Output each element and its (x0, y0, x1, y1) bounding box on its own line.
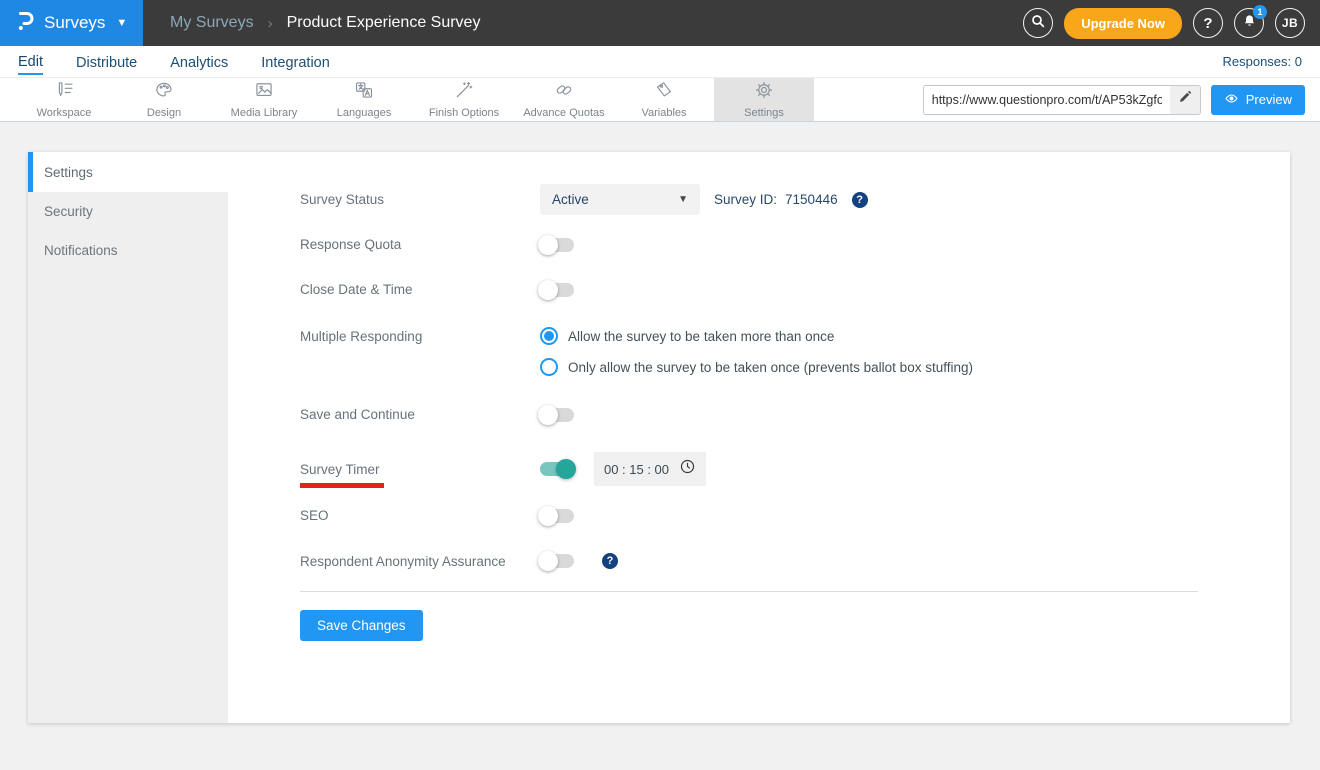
question-mark-icon: ? (1203, 14, 1213, 32)
variables-tag-icon (653, 80, 675, 105)
response-quota-toggle[interactable] (538, 234, 574, 255)
tab-distribute[interactable]: Distribute (76, 50, 137, 74)
breadcrumb-current-survey: Product Experience Survey (286, 14, 481, 31)
product-switcher[interactable]: Surveys ▼ (0, 0, 143, 46)
advance-quotas-link-icon (553, 80, 575, 105)
survey-status-row: Survey Status Active ▼ Survey ID: 715044… (300, 184, 1198, 215)
radio-allow-once[interactable]: Only allow the survey to be taken once (… (540, 358, 973, 376)
breadcrumb: My Surveys › Product Experience Survey (170, 14, 480, 32)
survey-timer-value: 00 : 15 : 00 (603, 461, 670, 477)
toolbar-item-settings[interactable]: Settings (714, 78, 814, 121)
questionpro-p-logo-icon (15, 9, 35, 38)
survey-id-value: 7150446 (785, 192, 838, 207)
responses-count: Responses: 0 (1222, 54, 1303, 69)
radio-button-unselected (540, 358, 558, 376)
seo-label: SEO (300, 508, 329, 523)
radio-button-selected (540, 327, 558, 345)
toolbar-item-advance-quotas[interactable]: Advance Quotas (514, 78, 614, 121)
tab-integration[interactable]: Integration (261, 50, 330, 74)
survey-status-value: Active (552, 192, 589, 207)
close-date-label: Close Date & Time (300, 282, 413, 297)
breadcrumb-separator: › (267, 14, 273, 32)
search-icon (1030, 13, 1046, 34)
workspace-icon (53, 80, 75, 105)
anonymity-row: Respondent Anonymity Assurance ? (300, 551, 1198, 571)
toolbar-right-group: Preview (922, 78, 1320, 121)
breadcrumb-my-surveys[interactable]: My Surveys (170, 14, 254, 32)
preview-button[interactable]: Preview (1210, 84, 1305, 115)
product-name: Surveys (44, 13, 106, 32)
settings-form: Survey Status Active ▼ Survey ID: 715044… (228, 152, 1290, 723)
save-continue-label: Save and Continue (300, 407, 415, 422)
chevron-down-icon: ▼ (116, 17, 128, 29)
survey-status-select[interactable]: Active ▼ (540, 184, 700, 215)
survey-timer-toggle[interactable] (540, 459, 576, 479)
eye-icon (1224, 92, 1239, 108)
toolbar-item-variables[interactable]: Variables (614, 78, 714, 121)
settings-gear-icon (753, 80, 775, 105)
design-palette-icon (153, 80, 175, 105)
edit-toolbar: Workspace Design Media Library Languages… (0, 78, 1320, 122)
edit-url-button[interactable] (1169, 85, 1200, 114)
save-continue-row: Save and Continue (300, 404, 1198, 425)
anonymity-label: Respondent Anonymity Assurance (300, 553, 506, 569)
survey-url-group (922, 84, 1201, 115)
seo-toggle[interactable] (538, 505, 574, 526)
toolbar-item-media-library[interactable]: Media Library (214, 78, 314, 121)
toolbar-item-finish-options[interactable]: Finish Options (414, 78, 514, 121)
finish-options-wand-icon (453, 80, 475, 105)
close-date-row: Close Date & Time (300, 279, 1198, 300)
radio-allow-multiple[interactable]: Allow the survey to be taken more than o… (540, 327, 973, 345)
survey-id-help-icon[interactable]: ? (851, 191, 868, 208)
survey-timer-value-field[interactable]: 00 : 15 : 00 (594, 452, 706, 486)
multiple-responding-label: Multiple Responding (300, 329, 423, 344)
survey-timer-label: Survey Timer (300, 461, 380, 477)
notifications-button[interactable]: 1 (1234, 5, 1267, 38)
settings-side-nav: Settings Security Notifications (28, 152, 228, 723)
sidebar-item-notifications[interactable]: Notifications (28, 231, 228, 270)
user-avatar[interactable]: JB (1275, 8, 1305, 38)
response-quota-label: Response Quota (300, 237, 402, 252)
anonymity-help-icon[interactable]: ? (602, 553, 618, 569)
languages-icon (353, 80, 375, 105)
avatar-initials: JB (1281, 16, 1299, 30)
multiple-responding-row: Multiple Responding Allow the survey to … (300, 327, 1198, 376)
sidebar-item-settings[interactable]: Settings (28, 152, 228, 192)
survey-id-label: Survey ID: (714, 192, 778, 207)
media-library-icon (253, 80, 275, 105)
survey-tab-bar: Edit Distribute Analytics Integration Re… (0, 46, 1320, 78)
sidebar-item-security[interactable]: Security (28, 192, 228, 231)
chevron-down-icon: ▼ (678, 194, 688, 205)
toolbar-item-workspace[interactable]: Workspace (14, 78, 114, 121)
settings-card: Settings Security Notifications Survey S… (28, 152, 1290, 723)
top-header: Surveys ▼ My Surveys › Product Experienc… (0, 0, 1320, 46)
survey-status-label: Survey Status (300, 192, 385, 207)
toolbar-item-design[interactable]: Design (114, 78, 214, 121)
tab-edit[interactable]: Edit (18, 49, 43, 75)
anonymity-toggle[interactable] (538, 551, 574, 571)
search-button[interactable] (1023, 8, 1054, 38)
page-body: Settings Security Notifications Survey S… (0, 122, 1320, 770)
header-actions: Upgrade Now ? 1 JB (1023, 5, 1320, 39)
multiple-responding-options: Allow the survey to be taken more than o… (540, 327, 973, 376)
survey-timer-label-col: Survey Timer (300, 461, 540, 488)
upgrade-now-button[interactable]: Upgrade Now (1064, 7, 1182, 39)
response-quota-row: Response Quota (300, 234, 1198, 255)
toolbar-item-languages[interactable]: Languages (314, 78, 414, 121)
close-date-toggle[interactable] (538, 279, 574, 300)
notification-count-badge: 1 (1253, 5, 1267, 19)
help-button[interactable]: ? (1193, 8, 1223, 38)
save-changes-button[interactable]: Save Changes (300, 610, 423, 641)
survey-timer-row: Survey Timer 00 : 15 : 00 (300, 452, 1198, 488)
survey-timer-red-underline (300, 482, 384, 488)
form-divider (300, 591, 1198, 592)
seo-row: SEO (300, 505, 1198, 526)
pencil-icon (1178, 90, 1192, 109)
survey-url-input[interactable] (923, 92, 1170, 107)
tab-analytics[interactable]: Analytics (170, 50, 228, 74)
clock-icon (679, 458, 696, 480)
save-continue-toggle[interactable] (538, 404, 574, 425)
